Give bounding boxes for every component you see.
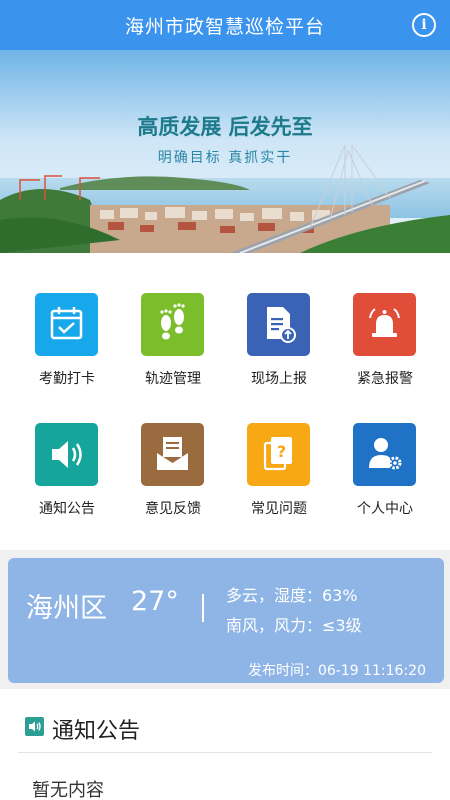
menu-label: 轨迹管理 xyxy=(145,371,201,387)
menu-label: 常见问题 xyxy=(251,501,307,517)
divider xyxy=(18,752,432,753)
app-header: 海州市政智慧巡检平台 i xyxy=(0,0,450,50)
menu-label: 通知公告 xyxy=(39,501,95,517)
menu-item-report[interactable]: 现场上报 xyxy=(234,293,324,403)
menu-item-attendance[interactable]: 考勤打卡 xyxy=(22,293,112,403)
menu-item-faq[interactable]: ? 常见问题 xyxy=(234,423,324,533)
mail-tray-icon xyxy=(141,423,204,486)
notice-title: 通知公告 xyxy=(52,719,141,744)
weather-temperature: 27° xyxy=(131,586,179,617)
menu-item-feedback[interactable]: 意见反馈 xyxy=(128,423,218,533)
weather-card: 海州区 27° 多云，湿度：63% 南风，风力：≤3级 发布时间：06-19 1… xyxy=(8,558,444,683)
menu-label: 考勤打卡 xyxy=(39,371,95,387)
app-title: 海州市政智慧巡检平台 xyxy=(124,16,325,38)
alarm-bell-icon xyxy=(353,293,416,356)
function-menu: 考勤打卡 轨迹管理 现场上报 紧急报警 通知公告 意见反馈 ? 常见问题 个人中… xyxy=(0,253,450,550)
calendar-check-icon xyxy=(35,293,98,356)
info-icon[interactable]: i xyxy=(412,13,436,37)
weather-divider xyxy=(202,594,204,622)
speaker-icon xyxy=(25,717,44,736)
banner-image[interactable]: 高质发展 后发先至 明确目标 真抓实干 xyxy=(0,50,450,253)
menu-label: 紧急报警 xyxy=(357,371,413,387)
notice-section: 通知公告 暂无内容 xyxy=(0,689,450,800)
footprints-icon xyxy=(141,293,204,356)
menu-label: 个人中心 xyxy=(357,501,413,517)
speaker-icon xyxy=(35,423,98,486)
weather-wind: 南风，风力：≤3级 xyxy=(226,616,362,635)
question-cards-icon: ? xyxy=(247,423,310,486)
menu-item-track[interactable]: 轨迹管理 xyxy=(128,293,218,403)
document-upload-icon xyxy=(247,293,310,356)
menu-item-alarm[interactable]: 紧急报警 xyxy=(340,293,430,403)
weather-city: 海州区 xyxy=(26,593,107,624)
weather-condition: 多云，湿度：63% xyxy=(226,586,358,605)
svg-text:?: ? xyxy=(277,442,286,461)
banner-slogan: 高质发展 后发先至 xyxy=(137,114,312,139)
banner-subslogan: 明确目标 真抓实干 xyxy=(158,150,292,166)
menu-label: 现场上报 xyxy=(251,371,307,387)
menu-label: 意见反馈 xyxy=(145,501,201,517)
notice-empty-text: 暂无内容 xyxy=(32,780,104,800)
user-settings-icon xyxy=(353,423,416,486)
menu-item-profile[interactable]: 个人中心 xyxy=(340,423,430,533)
menu-item-notice[interactable]: 通知公告 xyxy=(22,423,112,533)
weather-publish-time: 发布时间：06-19 11:16:20 xyxy=(247,663,426,679)
